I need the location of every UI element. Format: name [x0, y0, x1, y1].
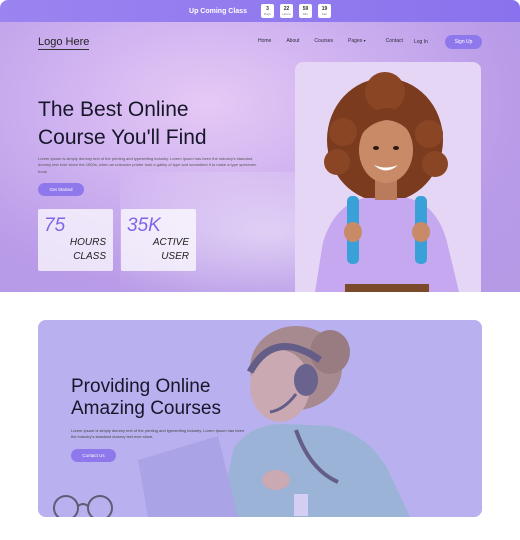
stat-label: USER: [161, 251, 189, 262]
stat-hours-class: 75 HOURS CLASS: [38, 209, 113, 271]
nav-about[interactable]: About: [286, 38, 299, 44]
stat-number: 35K: [127, 215, 161, 236]
chevron-down-icon: ▾: [363, 38, 366, 43]
hero-image: [295, 62, 481, 292]
course-title-line: Amazing Courses: [71, 398, 221, 419]
stat-number: 75: [44, 215, 66, 236]
countdown-minutes: 59 Min: [298, 4, 312, 18]
get-started-button[interactable]: Get Started: [38, 183, 84, 196]
contact-us-button[interactable]: Contact Us: [71, 449, 116, 462]
hero-title-line: The Best Online: [38, 98, 189, 121]
nav-contact[interactable]: Contact: [386, 38, 403, 44]
countdown-days: 3 Days: [260, 4, 274, 18]
nav-pages-dropdown[interactable]: Pages ▾: [348, 38, 366, 44]
signup-button[interactable]: Sign Up: [445, 35, 482, 49]
countdown-unit: Hours: [282, 12, 291, 16]
stat-active-user: 35K ACTIVE USER: [121, 209, 196, 271]
hero-title: The Best Online Course You'll Find: [38, 96, 288, 152]
hero-section: Logo Here Home About Courses Pages ▾ Con…: [0, 22, 520, 292]
countdown-unit: Sec: [321, 12, 328, 16]
stat-label: ACTIVE: [152, 237, 189, 248]
nav-pages-label: Pages: [348, 38, 363, 44]
countdown-seconds: 19 Sec: [317, 4, 331, 18]
student-illustration: [315, 72, 459, 292]
nav-home[interactable]: Home: [258, 38, 271, 44]
course-title: Providing Online Amazing Courses: [71, 376, 221, 420]
course-description: Lorem Ipsum is simply dummy text of the …: [71, 428, 245, 440]
main-nav: Home About Courses Pages ▾ Contact: [258, 38, 418, 44]
countdown-hours: 22 Hours: [279, 4, 293, 18]
stat-label: HOURS: [69, 237, 106, 248]
nav-courses[interactable]: Courses: [314, 38, 333, 44]
countdown-unit: Min: [303, 12, 308, 16]
announcement-bar: Up Coming Class 3 Days 22 Hours 59 Min 1…: [0, 0, 520, 22]
logo[interactable]: Logo Here: [38, 36, 90, 50]
stat-label: CLASS: [73, 251, 106, 262]
countdown-unit: Days: [264, 12, 271, 16]
course-banner: Providing Online Amazing Courses Lorem I…: [38, 320, 482, 517]
hero-description: Lorem Ipsum is simply dummy text of the …: [38, 156, 257, 174]
login-link[interactable]: Log In: [414, 39, 428, 45]
course-title-line: Providing Online: [71, 376, 211, 397]
hero-title-line: Course You'll Find: [38, 126, 207, 149]
announcement-title: Up Coming Class: [189, 7, 247, 15]
